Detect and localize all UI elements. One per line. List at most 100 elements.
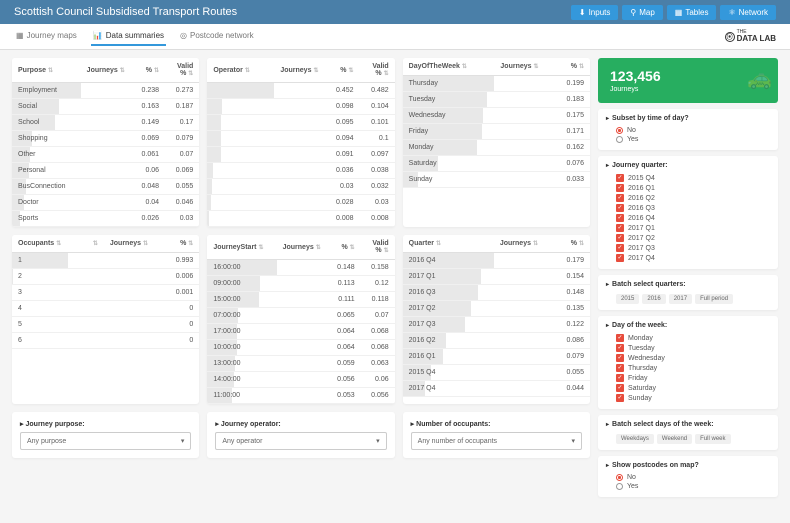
table-row[interactable]: 2016 Q30.148 — [403, 285, 590, 301]
day-header-2[interactable]: %⇅ — [545, 58, 590, 76]
table-row[interactable]: 15:00:000.1110.118 — [207, 292, 394, 308]
operator-header-0[interactable]: Operator⇅ — [207, 58, 274, 83]
check-wednesday[interactable]: ✓Wednesday — [606, 353, 770, 363]
table-row[interactable]: 0.0940.1 — [207, 131, 394, 147]
pill-full-week[interactable]: Full week — [695, 434, 730, 444]
pill-2016[interactable]: 2016 — [642, 294, 665, 304]
nav-map[interactable]: ⚲Map — [622, 5, 662, 20]
radio-yes[interactable]: Yes — [606, 135, 770, 144]
quarter-header-1[interactable]: Journeys⇅ — [494, 235, 544, 253]
tab-data-summaries[interactable]: 📊Data summaries — [91, 27, 166, 46]
pill-2015[interactable]: 2015 — [616, 294, 639, 304]
pill-weekdays[interactable]: Weekdays — [616, 434, 654, 444]
table-row[interactable]: 0.0280.03 — [207, 195, 394, 211]
table-row[interactable]: 30.001 — [12, 285, 199, 301]
table-row[interactable]: 0.0950.101 — [207, 115, 394, 131]
check-sunday[interactable]: ✓Sunday — [606, 393, 770, 403]
table-row[interactable]: Thursday0.199 — [403, 76, 590, 92]
occupants-header-0[interactable]: Occupants⇅ — [12, 235, 68, 253]
check-monday[interactable]: ✓Monday — [606, 333, 770, 343]
table-row[interactable]: 20.006 — [12, 269, 199, 285]
table-row[interactable]: BusConnection0.0480.055 — [12, 179, 199, 195]
quarter-header-2[interactable]: %⇅ — [544, 235, 590, 253]
table-row[interactable]: Sunday0.033 — [403, 172, 590, 188]
select-dropdown[interactable]: Any number of occupants▾ — [411, 432, 582, 450]
table-row[interactable]: Shopping0.0690.079 — [12, 131, 199, 147]
table-row[interactable]: Saturday0.076 — [403, 156, 590, 172]
occupants-header-1[interactable]: ⇅ — [68, 235, 104, 253]
check-saturday[interactable]: ✓Saturday — [606, 383, 770, 393]
tab-postcode-network[interactable]: ◎Postcode network — [178, 27, 256, 46]
table-row[interactable]: Doctor0.040.046 — [12, 195, 199, 211]
table-row[interactable]: 50 — [12, 317, 199, 333]
table-row[interactable]: 2017 Q40.044 — [403, 381, 590, 397]
check-tuesday[interactable]: ✓Tuesday — [606, 343, 770, 353]
radio-no[interactable]: No — [606, 126, 770, 135]
table-row[interactable]: Sports0.0260.03 — [12, 211, 199, 227]
check-thursday[interactable]: ✓Thursday — [606, 363, 770, 373]
table-row[interactable]: 2017 Q30.122 — [403, 317, 590, 333]
table-row[interactable]: 2016 Q20.086 — [403, 333, 590, 349]
table-row[interactable]: 0.0980.104 — [207, 99, 394, 115]
quarter-header-0[interactable]: Quarter⇅ — [403, 235, 494, 253]
table-row[interactable]: Employment0.2380.273 — [12, 83, 199, 99]
table-row[interactable]: 07:00:000.0650.07 — [207, 308, 394, 324]
operator-header-2[interactable]: %⇅ — [325, 58, 360, 83]
table-row[interactable]: 0.0910.097 — [207, 147, 394, 163]
occupants-header-3[interactable]: %⇅ — [154, 235, 199, 253]
table-row[interactable]: Personal0.060.069 — [12, 163, 199, 179]
table-row[interactable]: 13:00:000.0590.063 — [207, 356, 394, 372]
table-row[interactable]: Other0.0610.07 — [12, 147, 199, 163]
journey-start-header-3[interactable]: Valid %⇅ — [361, 235, 395, 260]
nav-tables[interactable]: ▦Tables — [667, 5, 717, 20]
table-row[interactable]: 40 — [12, 301, 199, 317]
table-row[interactable]: School0.1490.17 — [12, 115, 199, 131]
select-dropdown[interactable]: Any operator▾ — [215, 432, 386, 450]
table-row[interactable]: 0.0080.008 — [207, 211, 394, 227]
check-2017-q4[interactable]: ✓2017 Q4 — [606, 253, 770, 263]
table-row[interactable]: 2017 Q20.135 — [403, 301, 590, 317]
table-row[interactable]: Friday0.171 — [403, 124, 590, 140]
table-row[interactable]: 11:00:000.0530.056 — [207, 388, 394, 404]
table-row[interactable]: Wednesday0.175 — [403, 108, 590, 124]
operator-header-1[interactable]: Journeys⇅ — [274, 58, 324, 83]
check-2016-q1[interactable]: ✓2016 Q1 — [606, 183, 770, 193]
nav-inputs[interactable]: ⬇Inputs — [571, 5, 619, 20]
table-row[interactable]: 10:00:000.0640.068 — [207, 340, 394, 356]
table-row[interactable]: 16:00:000.1480.158 — [207, 260, 394, 276]
table-row[interactable]: Tuesday0.183 — [403, 92, 590, 108]
day-header-1[interactable]: Journeys⇅ — [494, 58, 544, 76]
pill-full-period[interactable]: Full period — [695, 294, 733, 304]
table-row[interactable]: 14:00:000.0560.06 — [207, 372, 394, 388]
check-friday[interactable]: ✓Friday — [606, 373, 770, 383]
journey-start-header-0[interactable]: JourneyStart⇅ — [207, 235, 276, 260]
occupants-header-2[interactable]: Journeys⇅ — [104, 235, 154, 253]
table-row[interactable]: Monday0.162 — [403, 140, 590, 156]
nav-network[interactable]: ⚛Network — [720, 5, 776, 20]
table-row[interactable]: 2017 Q10.154 — [403, 269, 590, 285]
table-row[interactable]: 10.993 — [12, 253, 199, 269]
table-row[interactable]: 2016 Q40.179 — [403, 253, 590, 269]
journey-start-header-2[interactable]: %⇅ — [327, 235, 361, 260]
table-row[interactable]: 09:00:000.1130.12 — [207, 276, 394, 292]
table-row[interactable]: 0.4520.482 — [207, 83, 394, 99]
select-dropdown[interactable]: Any purpose▾ — [20, 432, 191, 450]
check-2016-q2[interactable]: ✓2016 Q2 — [606, 193, 770, 203]
check-2016-q3[interactable]: ✓2016 Q3 — [606, 203, 770, 213]
tab-journey-maps[interactable]: ▦Journey maps — [14, 27, 79, 46]
journey-start-header-1[interactable]: Journeys⇅ — [277, 235, 327, 260]
table-row[interactable]: 0.0360.038 — [207, 163, 394, 179]
operator-header-3[interactable]: Valid %⇅ — [360, 58, 395, 83]
table-row[interactable]: 17:00:000.0640.068 — [207, 324, 394, 340]
purpose-header-1[interactable]: Journeys⇅ — [81, 58, 131, 83]
purpose-header-2[interactable]: %⇅ — [131, 58, 165, 83]
purpose-header-0[interactable]: Purpose⇅ — [12, 58, 81, 83]
table-row[interactable]: 0.030.032 — [207, 179, 394, 195]
pill-2017[interactable]: 2017 — [669, 294, 692, 304]
table-row[interactable]: Social0.1630.187 — [12, 99, 199, 115]
check-2017-q2[interactable]: ✓2017 Q2 — [606, 233, 770, 243]
table-row[interactable]: 2015 Q40.055 — [403, 365, 590, 381]
check-2016-q4[interactable]: ✓2016 Q4 — [606, 213, 770, 223]
radio-no[interactable]: No — [606, 473, 770, 482]
radio-yes[interactable]: Yes — [606, 482, 770, 491]
